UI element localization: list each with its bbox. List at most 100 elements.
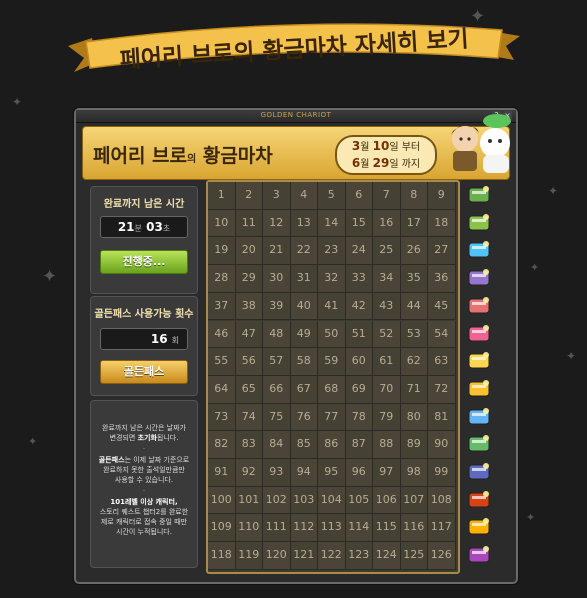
day-cell: 82 bbox=[208, 431, 236, 459]
month-unit: 월 bbox=[360, 159, 370, 170]
sparkle-chest-icon[interactable] bbox=[465, 542, 493, 568]
green-voucher-icon[interactable] bbox=[465, 210, 493, 236]
day-cell: 4 bbox=[290, 182, 318, 210]
day-cell: 112 bbox=[290, 514, 318, 543]
day-cell: 98 bbox=[400, 459, 428, 487]
day-cell: 19 bbox=[208, 237, 236, 266]
day-cell: 11 bbox=[235, 209, 263, 238]
day-cell: 64 bbox=[208, 375, 236, 404]
day-cell: 72 bbox=[428, 375, 456, 404]
purple-ticket-icon[interactable] bbox=[465, 265, 493, 291]
day-cell: 44 bbox=[400, 292, 428, 321]
day-cell: 22 bbox=[290, 237, 318, 266]
note-line: 사용할 수 있습니다. bbox=[114, 476, 174, 484]
day-cell: 41 bbox=[318, 292, 346, 321]
day-cell: 26 bbox=[400, 237, 428, 266]
note-line: 골든패스는 이제 날짜 기준으로 bbox=[98, 456, 190, 464]
day-cell: 56 bbox=[235, 348, 263, 376]
pink-coupon-icon[interactable] bbox=[465, 321, 493, 347]
day-cell: 114 bbox=[345, 514, 373, 543]
blue-ticket-icon[interactable] bbox=[465, 237, 493, 263]
green-card-icon[interactable] bbox=[465, 431, 493, 457]
goldpass-button[interactable]: 골든패스 bbox=[100, 360, 188, 384]
day-unit: 일 bbox=[389, 142, 399, 153]
day-cell: 75 bbox=[263, 403, 291, 432]
day-cell: 8 bbox=[400, 182, 428, 210]
day-unit: 일 bbox=[389, 159, 399, 170]
day-cell: 95 bbox=[318, 459, 346, 487]
day-cell: 94 bbox=[290, 459, 318, 487]
day-cell: 100 bbox=[208, 486, 236, 515]
day-cell: 33 bbox=[345, 265, 373, 293]
end-month: 6 bbox=[351, 156, 361, 170]
event-title: 페어리 브로의 황금마차 bbox=[93, 141, 273, 168]
reward-column bbox=[460, 182, 500, 570]
day-cell: 90 bbox=[428, 431, 456, 459]
day-cell: 34 bbox=[373, 265, 401, 293]
month-unit: 월 bbox=[360, 142, 370, 153]
sparkle-icon: ✦ bbox=[566, 349, 577, 363]
day-cell: 24 bbox=[345, 237, 373, 266]
day-cell: 2 bbox=[235, 182, 263, 210]
gold-chest-icon[interactable] bbox=[465, 514, 493, 540]
start-day: 10 bbox=[372, 139, 390, 153]
day-cell: 25 bbox=[373, 237, 401, 266]
blue-card-icon[interactable] bbox=[465, 404, 493, 430]
note-line: 완료하지 못한 출석일만큼만 bbox=[103, 466, 185, 474]
day-cell: 3 bbox=[263, 182, 291, 210]
day-cell: 116 bbox=[400, 514, 428, 543]
day-cell: 50 bbox=[318, 320, 346, 349]
day-cell: 65 bbox=[235, 375, 263, 404]
green-ticket-icon[interactable] bbox=[465, 182, 493, 208]
day-cell: 92 bbox=[235, 459, 263, 487]
day-cell: 58 bbox=[290, 348, 318, 376]
note-line: 제로 캐릭터로 접속 중일 때만 bbox=[100, 518, 188, 526]
day-cell: 86 bbox=[318, 431, 346, 459]
day-cell: 49 bbox=[290, 320, 318, 349]
day-cell: 27 bbox=[428, 237, 456, 266]
note-line: 변경되면 초기화됩니다. bbox=[109, 434, 179, 442]
day-cell: 87 bbox=[345, 431, 373, 459]
end-day: 29 bbox=[372, 156, 390, 170]
day-cell: 18 bbox=[428, 209, 456, 238]
day-cell: 83 bbox=[235, 431, 263, 459]
scroll-icon[interactable] bbox=[465, 293, 493, 319]
day-cell: 69 bbox=[345, 375, 373, 404]
blue-scroll-icon[interactable] bbox=[465, 459, 493, 485]
sparkle-box-icon[interactable] bbox=[465, 348, 493, 374]
gold-card-icon[interactable] bbox=[465, 376, 493, 402]
fairy-bro-characters-illustration bbox=[451, 114, 511, 173]
goldpass-title: 골든패스 사용가능 횟수 bbox=[94, 309, 194, 320]
day-cell: 89 bbox=[400, 431, 428, 459]
event-period: 3월 10일 부터 6월 29일 까지 bbox=[335, 135, 437, 175]
sparkle-icon: ✦ bbox=[28, 435, 38, 448]
event-header: 페어리 브로의 황금마차 3월 10일 부터 6월 29일 까지 bbox=[82, 114, 511, 180]
day-cell: 71 bbox=[400, 375, 428, 404]
in-progress-button[interactable]: 진행중... bbox=[100, 250, 188, 274]
day-cell: 113 bbox=[318, 514, 346, 543]
day-cell: 106 bbox=[373, 486, 401, 515]
minutes-value: 21 bbox=[117, 220, 135, 234]
day-cell: 67 bbox=[290, 375, 318, 404]
minutes-unit: 분 bbox=[134, 224, 142, 233]
treasure-box-icon[interactable] bbox=[465, 487, 493, 513]
day-cell: 21 bbox=[263, 237, 291, 266]
day-cell: 5 bbox=[318, 182, 346, 210]
day-cell: 121 bbox=[290, 542, 318, 570]
day-cell: 9 bbox=[428, 182, 456, 210]
note-line: 완료까지 남은 시간은 날짜가 bbox=[102, 424, 186, 432]
day-cell: 68 bbox=[318, 375, 346, 404]
note-line: 스토리 퀘스트 챕터2를 완료한 bbox=[99, 508, 189, 516]
day-cell: 103 bbox=[290, 486, 318, 515]
day-cell: 47 bbox=[235, 320, 263, 349]
goldpass-count: 16 회 bbox=[100, 328, 188, 350]
sparkle-icon: ✦ bbox=[526, 511, 536, 524]
goldpass-panel: 골든패스 사용가능 횟수 16 회 골든패스 bbox=[90, 296, 198, 396]
day-cell: 104 bbox=[318, 486, 346, 515]
day-cell: 119 bbox=[235, 542, 263, 570]
day-cell: 84 bbox=[263, 431, 291, 459]
day-cell: 10 bbox=[208, 209, 236, 238]
day-cell: 40 bbox=[290, 292, 318, 321]
day-cell: 115 bbox=[373, 514, 401, 543]
day-cell: 101 bbox=[235, 486, 263, 515]
